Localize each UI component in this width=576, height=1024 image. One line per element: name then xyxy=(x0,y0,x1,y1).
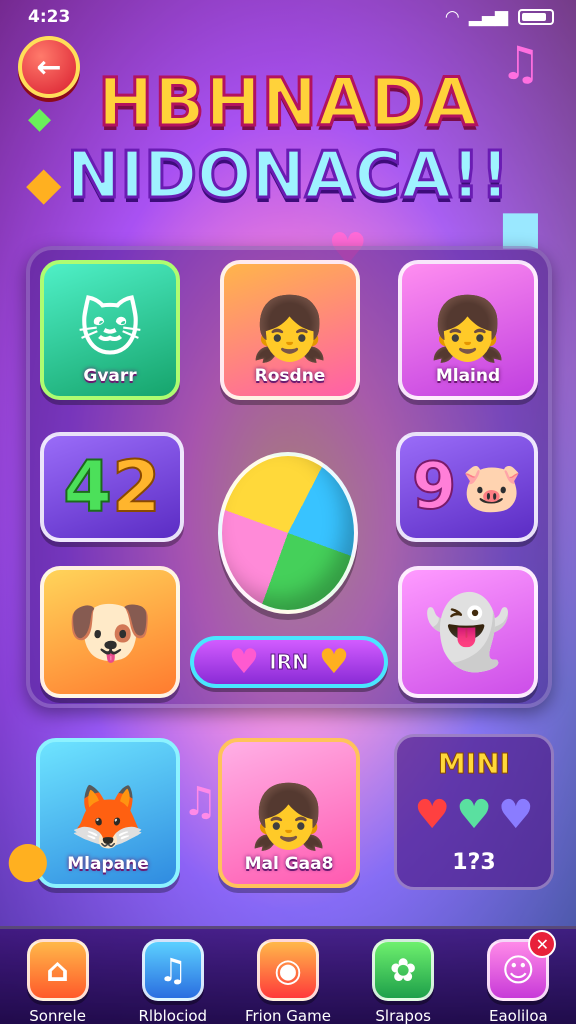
hearts-row: ♥ ♥ ♥ xyxy=(414,795,534,835)
blob-monster-icon: 👻 xyxy=(424,591,512,673)
close-badge-icon[interactable]: ✕ xyxy=(528,930,557,958)
mini-game-card[interactable]: MINI ♥ ♥ ♥ 1?3 xyxy=(394,734,554,890)
mini-score: 1?3 xyxy=(452,850,496,875)
cat-icon: 🐱 xyxy=(77,292,143,365)
wifi-icon: ◠ xyxy=(445,7,459,27)
status-bar: 4:23 ◠ ▂▄▆ xyxy=(0,0,576,34)
heart-icon: ♥ xyxy=(497,792,534,838)
nav-item-sonrele[interactable]: ⌂ Sonrele xyxy=(3,939,113,1024)
heart-icon: ♥ xyxy=(414,792,451,838)
status-icons: ◠ ▂▄▆ xyxy=(446,7,554,27)
bottom-nav: ⌂ Sonrele ♫ Rlblociod ◉ Frion Game ✿ Slr… xyxy=(0,926,576,1024)
battery-icon xyxy=(518,9,554,25)
nav-item-eaoliloa[interactable]: ☺ ✕ Eaoliloa xyxy=(463,930,573,1024)
bonus-number: 9 xyxy=(411,449,458,525)
dog-icon: 🐶 xyxy=(66,591,154,673)
tile-label: Gvarr xyxy=(83,366,137,386)
character-tile-blob[interactable]: 👻 xyxy=(398,566,538,698)
play-orb-button[interactable] xyxy=(218,452,358,614)
score-tile: 42 xyxy=(40,432,184,542)
game-icon: ◉ xyxy=(256,939,319,1001)
character-tile-mlapane[interactable]: 🦊 Mlapane xyxy=(36,738,180,888)
score-display: 42 xyxy=(62,446,161,528)
status-time: 4:23 xyxy=(28,7,71,27)
nav-item-slrapos[interactable]: ✿ Slrapos xyxy=(348,939,458,1024)
heart-icon: ♥ xyxy=(228,642,260,682)
page-title: HBHNADA NIDONACA!! xyxy=(65,64,511,213)
heart-icon: ♥ xyxy=(318,642,350,682)
tile-label: Mal Gaa8 xyxy=(244,854,334,874)
hearts-pill-button[interactable]: ♥ IRN ♥ xyxy=(190,636,388,688)
character-tile-mal-gaa8[interactable]: 👧 Mal Gaa8 xyxy=(218,738,360,888)
character-tile-gvarr[interactable]: 🐱 Gvarr xyxy=(40,260,180,400)
heart-icon: ♥ xyxy=(456,792,492,838)
nav-item-frion-game[interactable]: ◉ Frion Game xyxy=(233,939,343,1024)
girl-character-icon: 👧 xyxy=(251,292,329,365)
puzzle-icon: ✿ xyxy=(372,939,435,1001)
nav-item-rlblociod[interactable]: ♫ Rlblociod xyxy=(118,939,228,1024)
coin-icon: ● xyxy=(6,830,50,888)
character-tile-mlaind[interactable]: 👧 Mlaind xyxy=(398,260,538,400)
character-tile-rosdne[interactable]: 👧 Rosdne xyxy=(220,260,360,400)
bonus-tile[interactable]: 9 🐷 xyxy=(396,432,538,542)
music-note-icon: ♫ xyxy=(182,779,218,825)
mini-title: MINI xyxy=(437,747,511,781)
cat-icon: 🦊 xyxy=(69,780,147,853)
signal-icon: ▂▄▆ xyxy=(468,7,508,27)
girl-character-icon: 👧 xyxy=(250,780,328,853)
tile-label: Mlapane xyxy=(67,854,149,874)
character-tile-dog[interactable]: 🐶 xyxy=(40,566,180,698)
monster-icon: 🐷 xyxy=(462,459,523,516)
girl-character-icon: 👧 xyxy=(429,292,507,365)
profile-icon: ☺ ✕ xyxy=(487,930,557,1001)
tile-label: Rosdne xyxy=(254,366,326,386)
pill-label: IRN xyxy=(269,650,310,675)
home-icon: ⌂ xyxy=(26,939,89,1001)
music-note-icon: ♫ xyxy=(141,939,204,1001)
tile-label: Mlaind xyxy=(435,366,501,386)
